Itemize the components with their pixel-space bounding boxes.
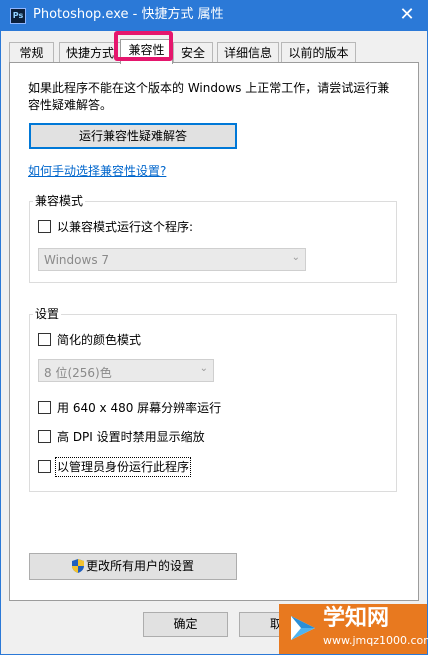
uac-shield-icon [71,559,84,573]
run-as-admin-checkbox[interactable] [38,460,51,473]
change-all-users-settings-label: 更改所有用户的设置 [85,559,194,573]
compat-mode-group-label: 兼容模式 [33,194,86,208]
tab-general[interactable]: 常规 [9,42,54,63]
tab-details[interactable]: 详细信息 [217,42,279,63]
reduced-color-checkbox[interactable] [38,333,51,346]
run-as-admin-label: 以管理员身份运行此程序 [54,457,192,477]
compat-mode-checkbox-label: 以兼容模式运行这个程序: [57,220,194,234]
high-dpi-checkbox[interactable] [38,430,51,443]
tab-previous-versions[interactable]: 以前的版本 [281,42,356,63]
reduced-color-label: 简化的颜色模式 [57,333,142,347]
manual-compat-settings-link[interactable]: 如何手动选择兼容性设置? [28,162,166,179]
tab-security[interactable]: 安全 [173,42,213,63]
window-title: Photoshop.exe - 快捷方式 属性 [33,7,224,22]
settings-group-label: 设置 [33,307,62,321]
change-all-users-settings-button[interactable]: 更改所有用户的设置 [29,553,237,580]
properties-window: Ps Photoshop.exe - 快捷方式 属性 ✕ 常规 快捷方式 兼容性… [0,0,428,655]
tab-shortcut[interactable]: 快捷方式 [59,42,121,63]
tab-highlight-annotation [114,31,173,61]
chevron-down-icon: ⌄ [291,252,300,263]
site-watermark: 学知网 www.jmqz1000.com [279,604,428,654]
run-troubleshooter-button[interactable]: 运行兼容性疑难解答 [29,123,237,149]
ok-button[interactable]: 确定 [143,612,228,637]
chevron-down-icon: ⌄ [199,363,208,374]
watermark-url: www.jmqz1000.com [323,634,428,647]
title-bar: Ps Photoshop.exe - 快捷方式 属性 ✕ [1,1,427,31]
close-button[interactable]: ✕ [387,1,427,31]
compat-os-selected-value: Windows 7 [44,253,110,267]
compat-mode-checkbox[interactable] [38,220,51,233]
compat-os-select[interactable]: Windows 7 ⌄ [38,248,306,271]
color-mode-selected-value: 8 位(256)色 [44,366,112,380]
high-dpi-label: 高 DPI 设置时禁用显示缩放 [57,430,205,444]
tab-bar: 常规 快捷方式 兼容性 安全 详细信息 以前的版本 [9,39,419,64]
color-mode-select[interactable]: 8 位(256)色 ⌄ [38,359,214,382]
compat-description: 如果此程序不能在这个版本的 Windows 上正常工作，请尝试运行兼容性疑难解答… [28,81,390,112]
watermark-name: 学知网 [323,606,390,631]
res-640-checkbox[interactable] [38,401,51,414]
photoshop-app-icon: Ps [10,8,26,24]
watermark-logo-icon [291,616,315,640]
res-640-label: 用 640 x 480 屏幕分辨率运行 [57,401,222,415]
close-icon: ✕ [399,4,415,25]
